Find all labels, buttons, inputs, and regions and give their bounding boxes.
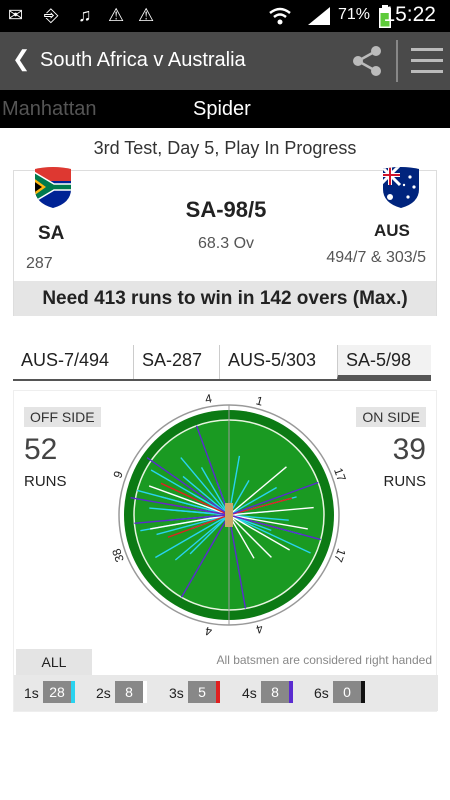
legend-label: 6s <box>314 685 329 701</box>
pitch <box>225 503 233 527</box>
current-score: SA-98/5 <box>185 197 267 222</box>
page-title[interactable]: South Africa v Australia <box>40 49 246 72</box>
spider-panel: OFF SIDE 52 RUNS ON SIDE 39 RUNS 4 1 17 17 4… <box>13 390 438 712</box>
legend-count: 8 <box>115 681 143 703</box>
legend-color <box>289 681 293 703</box>
legend-count: 0 <box>333 681 361 703</box>
spider-chart: 4 1171744389 <box>109 391 349 636</box>
legend-label: 2s <box>96 685 111 701</box>
innings-tab-aus-2[interactable]: AUS-5/303 <box>219 345 337 379</box>
tab-spider[interactable]: Spider <box>193 98 251 121</box>
off-side-runs-label: RUNS <box>24 473 67 490</box>
innings-tabs: AUS-7/494 SA-287 AUS-5/303 SA-5/98 <box>13 345 431 381</box>
legend-color <box>143 681 147 703</box>
zone-label: 4 <box>204 391 213 406</box>
match-status: 3rd Test, Day 5, Play In Progress <box>93 138 357 158</box>
mail-icon: ✉ <box>8 5 24 25</box>
on-side-runs-label: RUNS <box>383 473 426 490</box>
legend-label: 4s <box>242 685 257 701</box>
menu-icon[interactable] <box>411 46 443 76</box>
view-tabs: Manhattan Spider <box>0 90 450 128</box>
zone-label: 4 <box>204 624 213 636</box>
signal-icon <box>308 7 330 25</box>
clock: 15:22 <box>383 3 436 26</box>
legend-color <box>361 681 365 703</box>
on-side-runs: 39 <box>392 433 426 466</box>
legend-label: 1s <box>24 685 39 701</box>
zone-label: 4 <box>254 621 264 636</box>
music-icon: ♫ <box>78 5 92 25</box>
legend-count: 28 <box>43 681 71 703</box>
on-side-title: ON SIDE <box>356 407 426 427</box>
runs-legend: 1s 28 2s 8 3s 5 4s 8 6s 0 <box>14 675 438 711</box>
zone-label: 1 <box>254 393 264 408</box>
legend-color <box>216 681 220 703</box>
off-side-title: OFF SIDE <box>24 407 101 427</box>
share-icon[interactable] <box>350 44 384 78</box>
back-icon[interactable]: ❮ <box>12 46 30 72</box>
warning-icon: ⚠ <box>108 5 125 25</box>
overs: 68.3 Ov <box>197 235 255 252</box>
battery-percent: 71% <box>338 6 371 23</box>
zone-label: 9 <box>110 469 126 480</box>
handedness-note: All batsmen are considered right handed <box>216 653 432 667</box>
innings-tab-sa-1[interactable]: SA-287 <box>133 345 219 379</box>
usb-icon: ⎆ <box>44 5 59 25</box>
wifi-icon <box>269 7 291 25</box>
legend-count: 8 <box>261 681 289 703</box>
tab-manhattan[interactable]: Manhattan <box>2 98 97 121</box>
legend-count: 5 <box>188 681 216 703</box>
action-divider <box>396 40 398 82</box>
score-card: SA 287 AUS 494/7 & 303/5 SA-98/5 68.3 Ov… <box>13 167 437 316</box>
off-side-runs: 52 <box>24 433 58 466</box>
status-bar: ✉ ⎆ ♫ ⚠ ⚠ 71% 15:22 <box>0 0 450 32</box>
warning-icon: ⚠ <box>138 5 155 25</box>
innings-tab-sa-2[interactable]: SA-5/98 <box>337 345 431 379</box>
target-message: Need 413 runs to win in 142 overs (Max.) <box>14 281 436 316</box>
action-bar: ❮ South Africa v Australia <box>0 32 450 90</box>
innings-tab-aus-1[interactable]: AUS-7/494 <box>13 345 133 379</box>
home-team-score: 287 <box>26 255 53 272</box>
legend-color <box>71 681 75 703</box>
filter-all-button[interactable]: ALL <box>16 649 92 675</box>
legend-label: 3s <box>169 685 184 701</box>
